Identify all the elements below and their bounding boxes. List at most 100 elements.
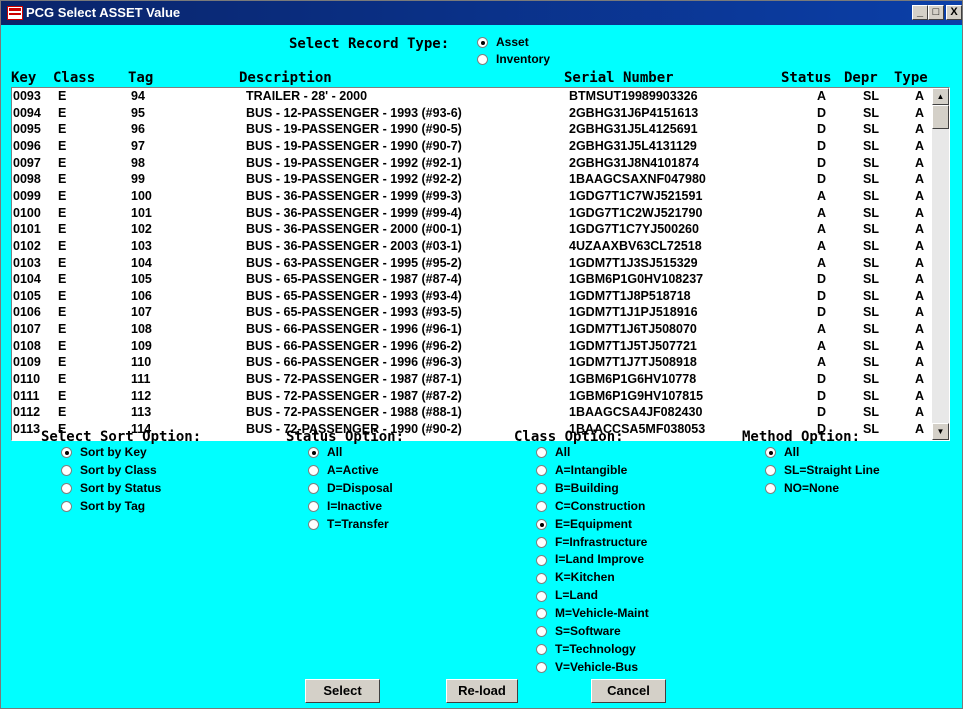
cell-serial-number: 1GBM6P1G6HV10778 <box>569 372 697 387</box>
table-row[interactable]: 0102 E 103 BUS - 36-PASSENGER - 2003 (#03-1… <box>12 239 932 255</box>
class-option-radio-3[interactable]: C=Construction <box>536 499 645 513</box>
sort-option-radio-3[interactable]: Sort by Tag <box>61 499 145 513</box>
table-row[interactable]: 0100 E 101 BUS - 36-PASSENGER - 1999 (#99-4… <box>12 206 932 222</box>
minimize-button[interactable]: _ <box>912 5 928 20</box>
class-option-radio-12[interactable]: V=Vehicle-Bus <box>536 660 638 674</box>
table-row[interactable]: 0103 E 104 BUS - 63-PASSENGER - 1995 (#95-2… <box>12 256 932 272</box>
cell-type: A <box>915 188 925 203</box>
cell-description: BUS - 72-PASSENGER - 1987 (#87-2) <box>246 388 462 403</box>
table-row[interactable]: 0096 E 97 BUS - 19-PASSENGER - 1990 (#90-7)… <box>12 139 932 155</box>
table-row[interactable]: 0111 E 112 BUS - 72-PASSENGER - 1987 (#87-2… <box>12 389 932 405</box>
method-option-radio-2[interactable]: NO=None <box>765 481 839 495</box>
class-option-radio-10[interactable]: S=Software <box>536 624 621 638</box>
cell-type: A <box>915 388 925 403</box>
table-row[interactable]: 0101 E 102 BUS - 36-PASSENGER - 2000 (#00-1… <box>12 222 932 238</box>
record-type-asset-radio[interactable]: Asset <box>477 35 529 49</box>
class-option-radio-11[interactable]: T=Technology <box>536 642 636 656</box>
table-row[interactable]: 0105 E 106 BUS - 65-PASSENGER - 1993 (#93-4… <box>12 289 932 305</box>
cancel-button[interactable]: Cancel <box>591 679 666 703</box>
cell-class: E <box>58 138 67 153</box>
scroll-up-icon[interactable]: ▲ <box>932 88 949 105</box>
cell-serial-number: 1GDG7T1C7WJ521591 <box>569 188 703 203</box>
cell-depr: SL <box>863 155 879 170</box>
column-header-class[interactable]: Class <box>53 70 95 86</box>
cell-depr: SL <box>863 172 879 187</box>
status-option-radio-4[interactable]: T=Transfer <box>308 517 389 531</box>
table-row[interactable]: 0107 E 108 BUS - 66-PASSENGER - 1996 (#96-1… <box>12 322 932 338</box>
column-header-description[interactable]: Description <box>239 70 332 86</box>
sort-option-radio-0[interactable]: Sort by Key <box>61 445 147 459</box>
column-header-tag[interactable]: Tag <box>128 70 153 86</box>
table-row[interactable]: 0104 E 105 BUS - 65-PASSENGER - 1987 (#87-4… <box>12 272 932 288</box>
select-button[interactable]: Select <box>305 679 380 703</box>
status-option-radio-2[interactable]: D=Disposal <box>308 481 393 495</box>
table-row[interactable]: 0109 E 110 BUS - 66-PASSENGER - 1996 (#96-3… <box>12 355 932 371</box>
cell-tag: 94 <box>131 89 145 103</box>
scroll-thumb[interactable] <box>932 105 949 129</box>
cell-status: A <box>817 89 827 103</box>
class-option-radio-8[interactable]: L=Land <box>536 588 598 602</box>
radio-icon <box>536 644 547 656</box>
class-option-radio-9[interactable]: M=Vehicle-Maint <box>536 606 649 620</box>
cell-type: A <box>915 255 925 270</box>
cell-serial-number: 1GDM7T1J8P518718 <box>569 288 691 303</box>
record-type-inventory-radio[interactable]: Inventory <box>477 52 550 66</box>
cell-key: 0098 <box>13 172 41 187</box>
cell-class: E <box>58 188 67 203</box>
cell-status: D <box>817 305 827 320</box>
cell-status: A <box>817 205 827 220</box>
cell-serial-number: 2GBHG31J5L4131129 <box>569 138 697 153</box>
scroll-down-icon[interactable]: ▼ <box>932 423 949 440</box>
table-row[interactable]: 0108 E 109 BUS - 66-PASSENGER - 1996 (#96-2… <box>12 339 932 355</box>
method-option-radio-1[interactable]: SL=Straight Line <box>765 463 880 477</box>
class-option-radio-1[interactable]: A=Intangible <box>536 463 627 477</box>
class-option-radio-6[interactable]: I=Land Improve <box>536 552 644 566</box>
maximize-button[interactable]: □ <box>928 5 944 20</box>
sort-option-radio-2[interactable]: Sort by Status <box>61 481 161 495</box>
cell-key: 0106 <box>13 305 41 320</box>
column-header-serial-number[interactable]: Serial Number <box>564 70 674 86</box>
reload-button[interactable]: Re-load <box>446 679 518 703</box>
cell-type: A <box>915 238 925 253</box>
cell-key: 0105 <box>13 288 41 303</box>
class-option-radio-5[interactable]: F=Infrastructure <box>536 535 647 549</box>
cell-class: E <box>58 322 67 337</box>
asset-list[interactable]: 0093 E 94 TRAILER - 28' - 2000 BTMSUT1998990… <box>11 87 950 441</box>
status-option-radio-3[interactable]: I=Inactive <box>308 499 382 513</box>
class-option-radio-7[interactable]: K=Kitchen <box>536 570 615 584</box>
cell-tag: 99 <box>131 172 145 187</box>
cell-description: BUS - 72-PASSENGER - 1988 (#88-1) <box>246 405 462 420</box>
column-header-depr[interactable]: Depr <box>844 70 878 86</box>
table-row[interactable]: 0098 E 99 BUS - 19-PASSENGER - 1992 (#92-2)… <box>12 172 932 188</box>
class-option-radio-0[interactable]: All <box>536 445 570 459</box>
cell-status: D <box>817 405 827 420</box>
vertical-scrollbar[interactable]: ▲ ▼ <box>932 88 949 440</box>
column-header-type[interactable]: Type <box>894 70 928 86</box>
status-option-radio-1[interactable]: A=Active <box>308 463 379 477</box>
table-row[interactable]: 0097 E 98 BUS - 19-PASSENGER - 1992 (#92-1)… <box>12 156 932 172</box>
close-button[interactable]: X <box>946 5 962 20</box>
table-row[interactable]: 0095 E 96 BUS - 19-PASSENGER - 1990 (#90-5)… <box>12 122 932 138</box>
column-header-status[interactable]: Status <box>781 70 832 86</box>
class-option-radio-2[interactable]: B=Building <box>536 481 619 495</box>
cell-depr: SL <box>863 122 879 137</box>
cell-depr: SL <box>863 89 879 103</box>
method-option-radio-0[interactable]: All <box>765 445 799 459</box>
cell-serial-number: 1GDM7T1J1PJ518916 <box>569 305 698 320</box>
column-header-key[interactable]: Key <box>11 70 36 86</box>
table-row[interactable]: 0094 E 95 BUS - 12-PASSENGER - 1993 (#93-6)… <box>12 106 932 122</box>
table-row[interactable]: 0099 E 100 BUS - 36-PASSENGER - 1999 (#99-3… <box>12 189 932 205</box>
cell-key: 0099 <box>13 188 41 203</box>
cell-status: D <box>817 372 827 387</box>
cell-class: E <box>58 255 67 270</box>
class-option-radio-4[interactable]: E=Equipment <box>536 517 632 531</box>
cell-status: D <box>817 272 827 287</box>
cell-type: A <box>915 305 925 320</box>
table-row[interactable]: 0112 E 113 BUS - 72-PASSENGER - 1988 (#88-1… <box>12 405 932 421</box>
table-row[interactable]: 0093 E 94 TRAILER - 28' - 2000 BTMSUT1998990… <box>12 89 932 105</box>
cell-tag: 112 <box>131 388 152 403</box>
table-row[interactable]: 0110 E 111 BUS - 72-PASSENGER - 1987 (#87-1… <box>12 372 932 388</box>
table-row[interactable]: 0106 E 107 BUS - 65-PASSENGER - 1993 (#93-5… <box>12 305 932 321</box>
status-option-radio-0[interactable]: All <box>308 445 342 459</box>
sort-option-radio-1[interactable]: Sort by Class <box>61 463 157 477</box>
